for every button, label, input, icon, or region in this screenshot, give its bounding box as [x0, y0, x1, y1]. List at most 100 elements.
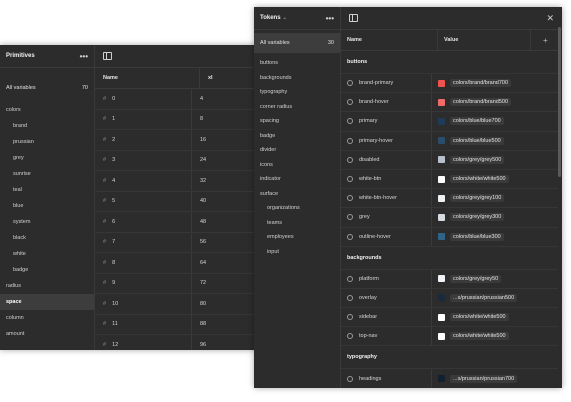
variable-value-cell[interactable]: colors/grey/grey500: [431, 150, 505, 169]
primitives-collection-title[interactable]: Primitives: [6, 53, 35, 59]
variable-name-cell[interactable]: primary-hover: [341, 137, 431, 144]
variable-value[interactable]: 64: [191, 253, 206, 273]
table-row[interactable]: primary-hover colors/blue/blue500: [341, 131, 562, 151]
toggle-sidebar-icon[interactable]: [103, 52, 112, 60]
variable-value[interactable]: 40: [191, 191, 206, 211]
variable-name-cell[interactable]: top-nav: [341, 333, 431, 340]
group-item-brand[interactable]: brand: [0, 118, 94, 134]
group-item-badge[interactable]: badge: [0, 262, 94, 278]
group-item-radius[interactable]: radius: [0, 278, 94, 294]
variable-name-cell[interactable]: #3: [95, 157, 191, 163]
group-item-amount[interactable]: amount: [0, 326, 94, 342]
variable-value[interactable]: 48: [191, 212, 206, 232]
tokens-all-variables[interactable]: All variables 30: [254, 33, 340, 53]
group-item-black[interactable]: black: [0, 230, 94, 246]
group-item-space[interactable]: space: [0, 294, 94, 310]
group-item-spacing[interactable]: spacing: [254, 114, 340, 129]
tokens-collection-header[interactable]: Tokens ⌄ •••: [254, 7, 340, 30]
table-row[interactable]: #4 32: [95, 171, 258, 192]
variable-value-cell[interactable]: colors/white/white500: [431, 308, 509, 327]
column-header-value[interactable]: Value: [438, 30, 531, 50]
variable-value-cell[interactable]: colors/white/white500: [431, 327, 509, 346]
variable-name-cell[interactable]: white-btn: [341, 176, 431, 183]
table-row[interactable]: #1 8: [95, 109, 258, 130]
variable-name-cell[interactable]: #12: [95, 342, 191, 348]
more-options-icon[interactable]: •••: [326, 14, 334, 23]
table-row[interactable]: #5 40: [95, 191, 258, 212]
variable-value-cell[interactable]: ...s/prussian/prussian700: [431, 369, 518, 388]
table-row[interactable]: white-btn-hover colors/grey/grey100: [341, 189, 562, 209]
variable-name-cell[interactable]: grey: [341, 214, 431, 221]
variable-value-cell[interactable]: ...s/prussian/prussian500: [431, 288, 518, 308]
group-item-buttons[interactable]: buttons: [254, 56, 340, 71]
variable-name-cell[interactable]: #1: [95, 116, 191, 122]
variable-value-cell[interactable]: colors/brand/brand700: [431, 74, 512, 93]
variable-name-cell[interactable]: #6: [95, 219, 191, 225]
table-row[interactable]: top-nav colors/white/white500: [341, 327, 562, 347]
group-item-system[interactable]: system: [0, 214, 94, 230]
variable-name-cell[interactable]: sidebar: [341, 314, 431, 321]
close-icon[interactable]: ✕: [546, 13, 554, 24]
table-row[interactable]: #9 72: [95, 273, 258, 294]
group-item-prussian[interactable]: prussian: [0, 134, 94, 150]
variable-name-cell[interactable]: disabled: [341, 156, 431, 163]
table-row[interactable]: overlay ...s/prussian/prussian500: [341, 288, 562, 309]
group-item-white[interactable]: white: [0, 246, 94, 262]
scrollbar-thumb[interactable]: [558, 27, 561, 177]
variable-value[interactable]: 8: [191, 109, 203, 129]
more-options-icon[interactable]: •••: [80, 52, 88, 61]
variable-name-cell[interactable]: #5: [95, 198, 191, 204]
primitives-all-variables[interactable]: All variables 70: [0, 78, 94, 98]
variable-name-cell[interactable]: headings: [341, 375, 431, 382]
variable-value[interactable]: 88: [191, 314, 206, 334]
table-row[interactable]: outline-hover colors/blue/blue300: [341, 227, 562, 247]
table-row[interactable]: #12 96: [95, 335, 258, 350]
tokens-collection-title[interactable]: Tokens ⌄: [260, 15, 287, 21]
column-header-mode[interactable]: xl: [200, 75, 213, 81]
variable-name-cell[interactable]: primary: [341, 118, 431, 125]
variable-value-cell[interactable]: colors/blue/blue500: [431, 131, 504, 150]
group-item-teal[interactable]: teal: [0, 182, 94, 198]
variable-name-cell[interactable]: #10: [95, 301, 191, 307]
table-row[interactable]: brand-hover colors/brand/brand500: [341, 93, 562, 113]
primitives-collection-header[interactable]: Primitives •••: [0, 45, 94, 68]
group-item-blue[interactable]: blue: [0, 198, 94, 214]
group-item-colors[interactable]: colors: [0, 102, 94, 118]
variable-value-cell[interactable]: colors/brand/brand500: [431, 93, 512, 112]
variable-name-cell[interactable]: #8: [95, 260, 191, 266]
group-item-input[interactable]: input: [254, 245, 340, 260]
variable-name-cell[interactable]: #0: [95, 96, 191, 102]
group-item-employees[interactable]: employees: [254, 230, 340, 245]
group-item-organizations[interactable]: organizations: [254, 201, 340, 216]
group-item-divider[interactable]: divider: [254, 143, 340, 158]
variable-value-cell[interactable]: colors/white/white500: [431, 169, 509, 189]
table-row[interactable]: #11 88: [95, 314, 258, 335]
table-row[interactable]: platform colors/grey/grey50: [341, 269, 562, 289]
group-item-sunrise[interactable]: sunrise: [0, 166, 94, 182]
table-row[interactable]: disabled colors/grey/grey500: [341, 150, 562, 170]
group-item-corner-radius[interactable]: corner radius: [254, 100, 340, 115]
table-row[interactable]: #3 24: [95, 150, 258, 171]
table-row[interactable]: brand-primary colors/brand/brand700: [341, 74, 562, 94]
group-item-column[interactable]: column: [0, 310, 94, 326]
group-item-badge[interactable]: badge: [254, 129, 340, 144]
group-item-backgrounds[interactable]: backgrounds: [254, 71, 340, 86]
toggle-sidebar-icon[interactable]: [349, 14, 358, 22]
variable-name-cell[interactable]: overlay: [341, 294, 431, 301]
table-row[interactable]: #10 80: [95, 294, 258, 315]
table-row[interactable]: headings ...s/prussian/prussian700: [341, 369, 562, 388]
group-item-indicator[interactable]: indicator: [254, 172, 340, 187]
variable-name-cell[interactable]: #4: [95, 178, 191, 184]
variable-value[interactable]: 4: [191, 89, 203, 109]
table-row[interactable]: sidebar colors/white/white500: [341, 308, 562, 328]
scrollbar[interactable]: [558, 27, 561, 384]
variable-value-cell[interactable]: colors/blue/blue300: [431, 227, 504, 246]
add-mode-icon[interactable]: +: [531, 36, 548, 45]
group-item-surface[interactable]: surface: [254, 187, 340, 202]
group-item-grey[interactable]: grey: [0, 150, 94, 166]
table-row[interactable]: #6 48: [95, 212, 258, 233]
table-row[interactable]: #7 56: [95, 232, 258, 253]
table-row[interactable]: #8 64: [95, 253, 258, 274]
group-item-teams[interactable]: teams: [254, 216, 340, 231]
variable-value-cell[interactable]: colors/blue/blue700: [431, 112, 504, 131]
